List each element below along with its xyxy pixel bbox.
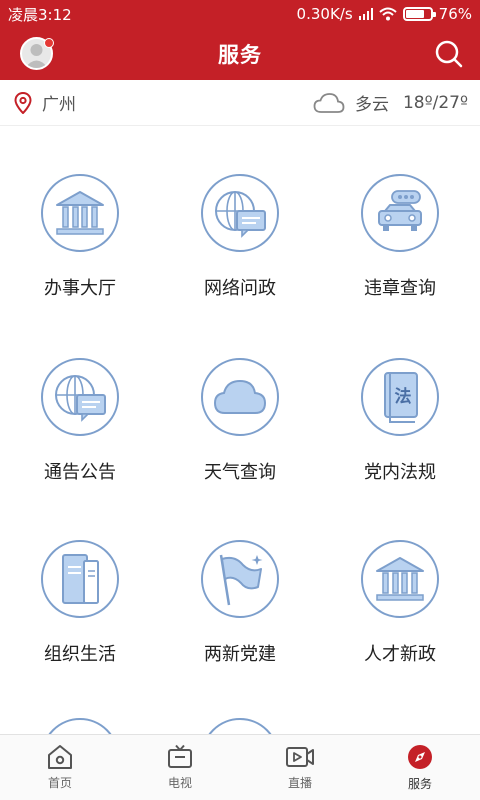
battery-icon — [402, 7, 436, 21]
page-title: 服务 — [218, 43, 262, 67]
cloud-icon — [201, 358, 279, 436]
bottom-tab-bar: 首页 电视 直播 服务 — [0, 734, 480, 800]
service-label: 党内法规 — [364, 462, 436, 483]
weather-text: 多云 — [354, 95, 389, 115]
tab-home[interactable]: 首页 — [0, 735, 120, 800]
battery-percent: 76% — [438, 5, 472, 23]
service-label: 通告公告 — [44, 462, 116, 483]
service-label: 组织生活 — [44, 644, 116, 665]
tab-service[interactable]: 服务 — [360, 735, 480, 800]
service-tile[interactable]: 通告公告 — [0, 310, 160, 494]
status-right: 0.30K/s 76% — [297, 5, 472, 23]
location-bar: 广州 多云 18º/27º — [0, 80, 480, 126]
bank-building-icon — [361, 540, 439, 618]
service-tile[interactable]: 天气查询 — [160, 310, 320, 494]
search-icon[interactable] — [434, 39, 464, 69]
home-icon — [48, 745, 72, 769]
notification-dot — [44, 38, 54, 48]
cloud-icon — [313, 92, 345, 113]
temperature: 18º/27º — [402, 92, 468, 113]
status-bar: 凌晨3:12 0.30K/s 76% — [0, 0, 480, 28]
app-bar: 服务 — [0, 28, 480, 80]
bank-building-icon — [41, 174, 119, 252]
tab-label: 电视 — [167, 776, 192, 790]
network-speed: 0.30K/s — [296, 5, 353, 23]
service-tile[interactable]: 网络问政 — [160, 126, 320, 310]
tab-label: 服务 — [407, 777, 432, 791]
weather-info[interactable]: 多云 18º/27º — [313, 90, 468, 115]
service-tile[interactable]: 办事大厅 — [0, 126, 160, 310]
service-label: 违章查询 — [364, 278, 436, 299]
tab-tv[interactable]: 电视 — [120, 735, 240, 800]
service-tile[interactable]: 组织生活 — [0, 492, 160, 676]
tab-label: 首页 — [47, 776, 72, 790]
city-name[interactable]: 广州 — [42, 90, 76, 115]
service-tile[interactable]: 两新党建 — [160, 492, 320, 676]
tab-live[interactable]: 直播 — [240, 735, 360, 800]
document-icon — [41, 540, 119, 618]
car-icon — [361, 174, 439, 252]
globe-notice-icon — [41, 358, 119, 436]
service-grid: 办事大厅 网络问政 违章查询 通告公告 天气查询 法 党内法规 组织生活 两新党… — [0, 126, 480, 734]
law-book-icon: 法 — [361, 358, 439, 436]
flag-icon — [201, 540, 279, 618]
service-tile[interactable]: 人才新政 — [320, 492, 480, 676]
compass-icon — [408, 745, 432, 769]
service-label: 办事大厅 — [44, 278, 116, 299]
tab-label: 直播 — [287, 776, 312, 790]
status-time: 凌晨3:12 — [8, 5, 72, 24]
service-label: 人才新政 — [364, 644, 436, 665]
svg-text:法: 法 — [395, 386, 412, 407]
location-pin-icon — [14, 91, 32, 114]
tv-icon — [168, 744, 192, 768]
wifi-icon — [378, 7, 397, 21]
service-tile[interactable]: 法 党内法规 — [320, 310, 480, 494]
live-video-icon — [286, 747, 314, 767]
service-tile[interactable]: 违章查询 — [320, 126, 480, 310]
service-label: 网络问政 — [204, 278, 276, 299]
signal-icon — [358, 8, 373, 20]
globe-chat-icon — [201, 174, 279, 252]
service-label: 天气查询 — [204, 462, 276, 483]
service-label: 两新党建 — [204, 644, 276, 665]
